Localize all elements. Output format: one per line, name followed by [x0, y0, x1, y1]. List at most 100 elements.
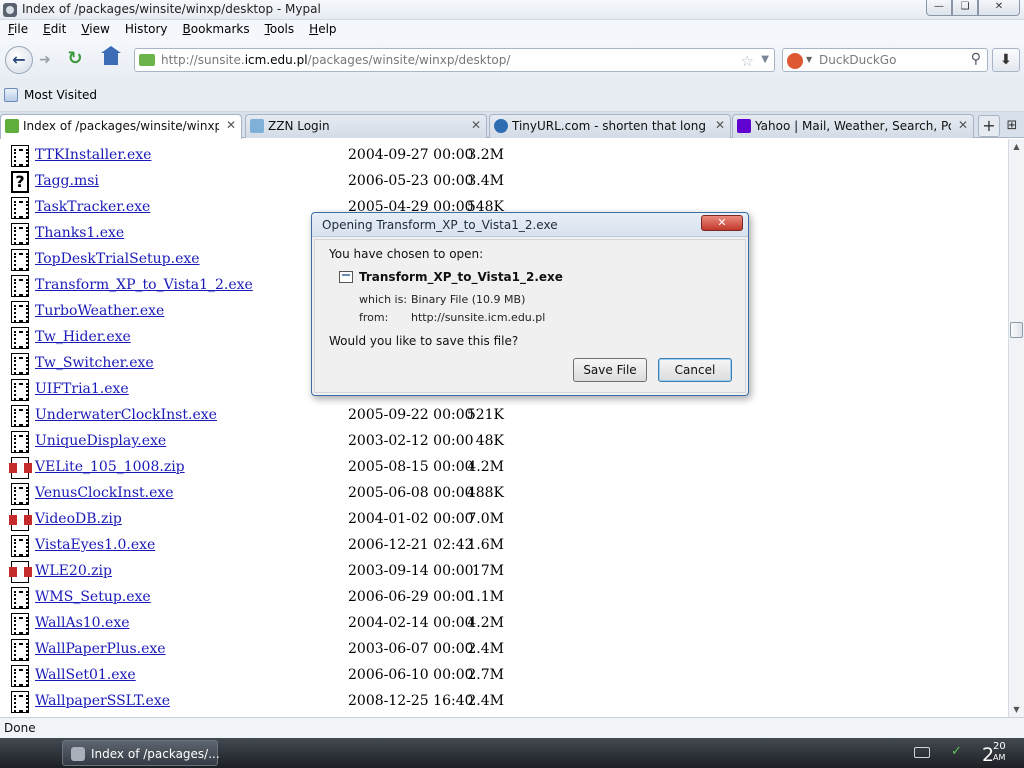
downloads-button[interactable]: ⬇: [992, 48, 1020, 72]
close-button[interactable]: ✕: [978, 0, 1020, 16]
menu-tools[interactable]: Tools: [257, 20, 302, 40]
file-link[interactable]: VideoDB.zip: [35, 511, 122, 527]
url-bar[interactable]: http://sunsite.icm.edu.pl/packages/winsi…: [134, 48, 775, 72]
home-icon: [101, 46, 121, 65]
file-link[interactable]: Tagg.msi: [35, 173, 99, 189]
menu-help[interactable]: Help: [301, 20, 343, 40]
file-date: 2004-01-02 00:00: [348, 511, 474, 527]
file-size: 7.0M: [467, 511, 504, 527]
listing-row: WallpaperSSLT.exe 2008-12-25 16:40 2.4M: [0, 689, 1000, 715]
cancel-button[interactable]: Cancel: [658, 358, 732, 382]
exe-file-icon: [11, 275, 29, 297]
msi-file-icon: ?: [11, 171, 29, 193]
file-link[interactable]: Tw_Switcher.exe: [35, 355, 154, 371]
file-size: 3.4M: [467, 173, 504, 189]
search-bar[interactable]: ▼ DuckDuckGo ⚲: [782, 48, 988, 72]
menu-bookmarks[interactable]: Bookmarks: [175, 20, 257, 40]
tab-close-icon[interactable]: ✕: [226, 118, 236, 132]
menu-file[interactable]: File: [0, 20, 35, 40]
file-link[interactable]: UnderwaterClockInst.exe: [35, 407, 217, 423]
new-tab-button[interactable]: +: [978, 115, 1000, 137]
exe-file-icon: [11, 379, 29, 401]
file-link[interactable]: VistaEyes1.0.exe: [35, 537, 155, 553]
tab-zzn-login[interactable]: ZZN Login ✕: [245, 114, 487, 138]
exe-file-icon: [11, 535, 29, 557]
menu-edit[interactable]: Edit: [35, 20, 73, 40]
listing-row: VistaEyes1.0.exe 2006-12-21 02:42 1.6M: [0, 533, 1000, 559]
network-icon[interactable]: ✓: [951, 744, 965, 760]
file-link[interactable]: TopDeskTrialSetup.exe: [35, 251, 200, 267]
file-link[interactable]: VenusClockInst.exe: [35, 485, 174, 501]
window-titlebar: Index of /packages/winsite/winxp/desktop…: [0, 0, 1024, 20]
file-size: 48K: [475, 433, 504, 449]
menu-view[interactable]: View: [73, 20, 116, 40]
tab-close-icon[interactable]: ✕: [958, 118, 968, 132]
file-link[interactable]: Thanks1.exe: [35, 225, 124, 241]
exe-file-icon: [11, 613, 29, 635]
file-size: 488K: [466, 485, 504, 501]
scrollbar-thumb[interactable]: [1010, 322, 1023, 338]
forward-button[interactable]: ➜: [36, 52, 54, 68]
file-link[interactable]: UniqueDisplay.exe: [35, 433, 166, 449]
file-link[interactable]: TTKInstaller.exe: [35, 147, 151, 163]
file-link[interactable]: Transform_XP_to_Vista1_2.exe: [35, 277, 253, 293]
exe-file-icon: [11, 145, 29, 167]
file-size: 1.1M: [467, 589, 504, 605]
file-link[interactable]: WLE20.zip: [35, 563, 112, 579]
bookmark-most-visited[interactable]: Most Visited: [4, 88, 97, 102]
exe-file-icon: [11, 301, 29, 323]
duckduckgo-icon[interactable]: [787, 53, 803, 69]
tab-close-icon[interactable]: ✕: [715, 118, 725, 132]
vertical-scrollbar[interactable]: ▲ ▼: [1008, 139, 1024, 717]
file-date: 2005-09-22 00:00: [348, 407, 474, 423]
plus-icon: +: [982, 116, 996, 135]
home-button[interactable]: [96, 46, 126, 70]
grid-icon: ⊞: [1006, 118, 1018, 133]
site-identity-icon[interactable]: [139, 54, 155, 66]
bookmarks-toolbar: Most Visited: [0, 80, 1024, 112]
scroll-down-icon[interactable]: ▼: [1009, 702, 1024, 717]
list-all-tabs-button[interactable]: ⊞: [1004, 118, 1020, 134]
file-link[interactable]: UIFTria1.exe: [35, 381, 129, 397]
scroll-up-icon[interactable]: ▲: [1009, 139, 1024, 154]
tab-index-packages[interactable]: Index of /packages/winsite/winxp/d... ✕: [0, 114, 242, 139]
engine-dropdown-icon[interactable]: ▼: [806, 55, 812, 64]
maximize-button[interactable]: ❏: [952, 0, 978, 16]
tab-yahoo[interactable]: Yahoo | Mail, Weather, Search, Politi...…: [732, 114, 974, 138]
keyboard-icon[interactable]: [914, 747, 930, 758]
url-text[interactable]: http://sunsite.icm.edu.pl/packages/winsi…: [161, 53, 510, 67]
file-link[interactable]: WallpaperSSLT.exe: [35, 693, 170, 709]
tab-tinyurl[interactable]: TinyURL.com - shorten that long U... ✕: [489, 114, 731, 138]
listing-row: VELite_105_1008.zip 2005-08-15 00:00 4.2M: [0, 455, 1000, 481]
menu-history[interactable]: History: [117, 20, 175, 40]
file-link[interactable]: WallAs10.exe: [35, 615, 130, 631]
download-dialog: Opening Transform_XP_to_Vista1_2.exe ✕ Y…: [311, 212, 749, 396]
search-input[interactable]: DuckDuckGo: [819, 53, 896, 67]
file-link[interactable]: Tw_Hider.exe: [35, 329, 131, 345]
back-button[interactable]: ←: [5, 46, 33, 74]
file-link[interactable]: WMS_Setup.exe: [35, 589, 151, 605]
file-size: 521K: [466, 407, 504, 423]
file-date: 2006-12-21 02:42: [348, 537, 474, 553]
file-size: 3.2M: [467, 147, 504, 163]
file-link[interactable]: TaskTracker.exe: [35, 199, 150, 215]
url-history-dropdown-icon[interactable]: ▼: [761, 54, 769, 65]
tab-strip: Index of /packages/winsite/winxp/d... ✕ …: [0, 112, 1024, 139]
save-file-button[interactable]: Save File: [573, 358, 647, 382]
file-size: 2.7M: [467, 667, 504, 683]
tab-close-icon[interactable]: ✕: [471, 118, 481, 132]
reload-button[interactable]: ↻: [62, 48, 88, 70]
file-link[interactable]: WallPaperPlus.exe: [35, 641, 166, 657]
search-icon[interactable]: ⚲: [971, 51, 981, 67]
file-link[interactable]: VELite_105_1008.zip: [35, 459, 185, 475]
file-date: 2005-08-15 00:00: [348, 459, 474, 475]
taskbar-window-button[interactable]: Index of /packages/...: [62, 740, 220, 766]
minimize-button[interactable]: —: [926, 0, 952, 16]
file-link[interactable]: TurboWeather.exe: [35, 303, 164, 319]
dialog-close-button[interactable]: ✕: [701, 215, 743, 231]
file-date: 2008-12-25 16:40: [348, 693, 474, 709]
file-date: 2003-09-14 00:00: [348, 563, 474, 579]
exe-file-icon: [11, 691, 29, 713]
file-link[interactable]: WallSet01.exe: [35, 667, 136, 683]
bookmark-star-icon[interactable]: ☆: [741, 52, 754, 70]
